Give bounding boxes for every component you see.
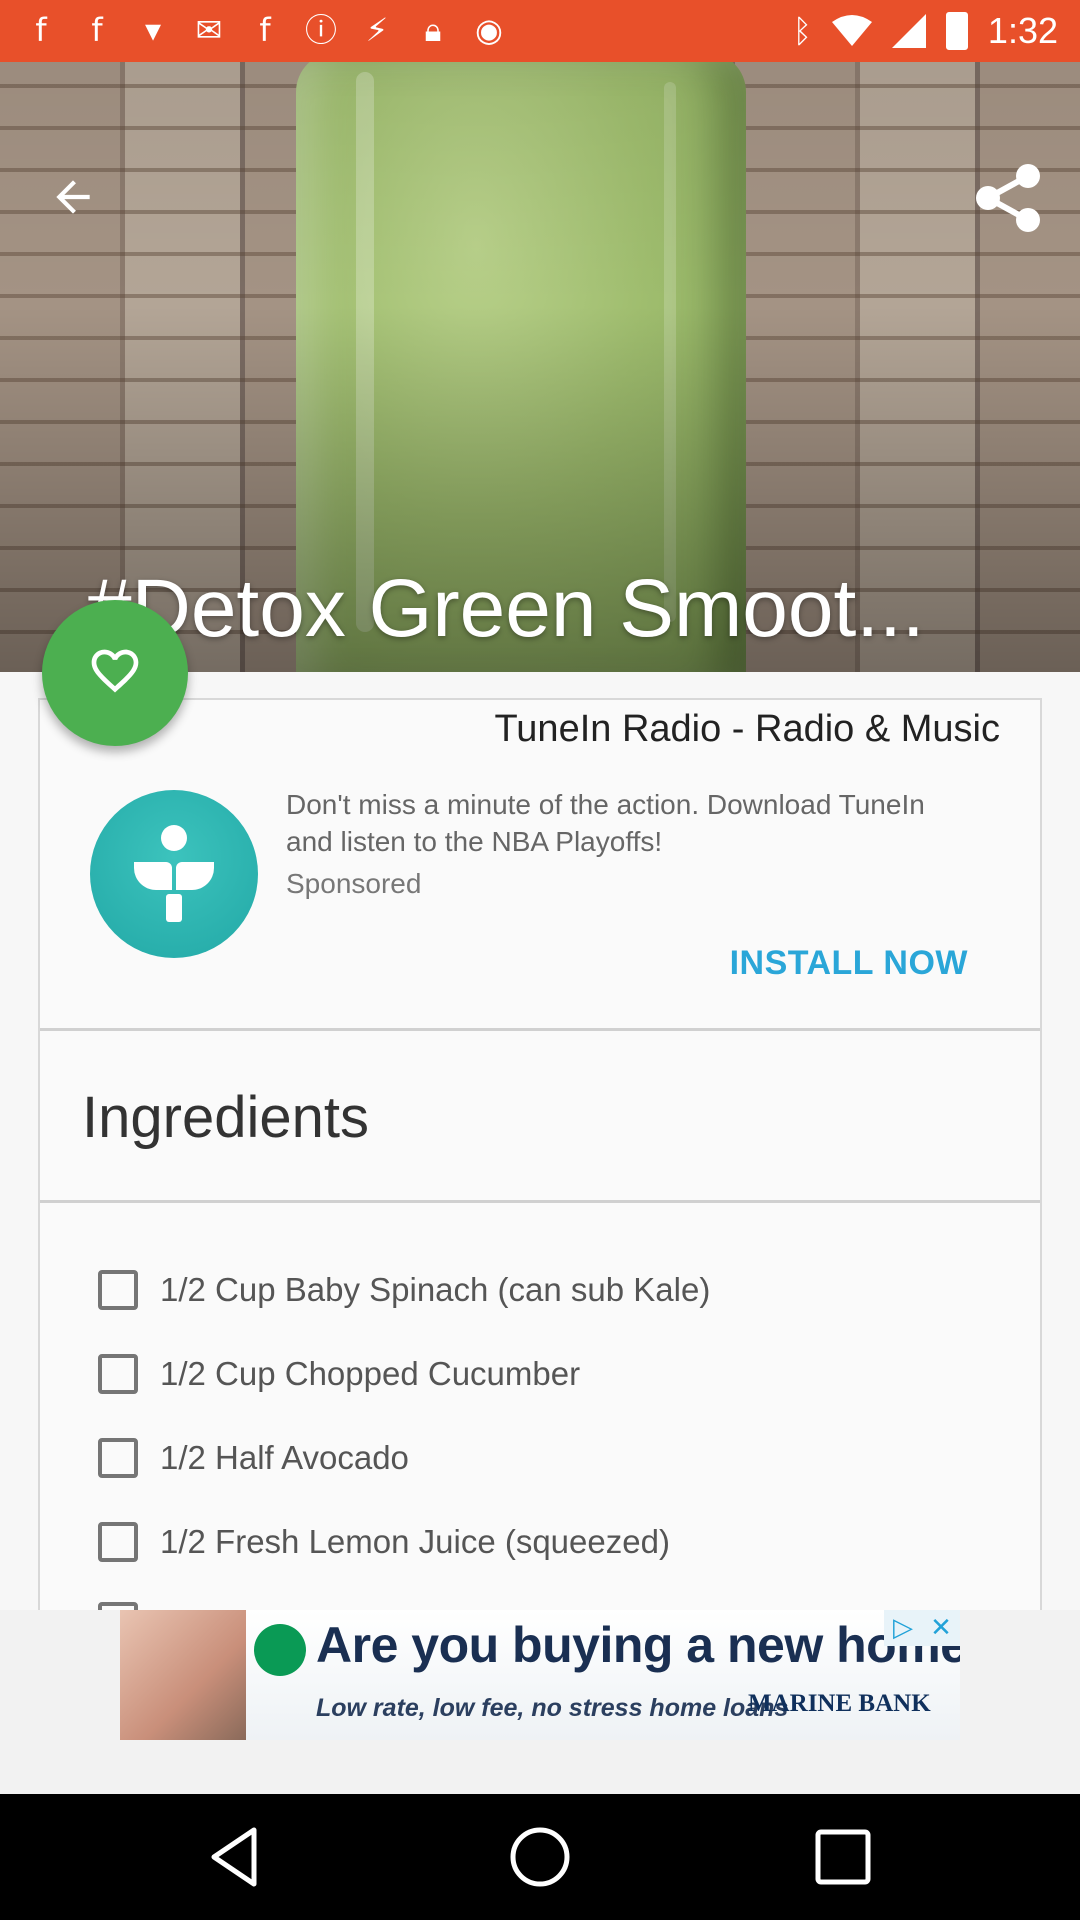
ingredient-item[interactable]: 1/2 Cup Baby Spinach (can sub Kale) bbox=[98, 1260, 710, 1320]
heart-outline-icon bbox=[91, 649, 139, 693]
recipe-hero-image: #Detox Green Smoot... bbox=[0, 62, 1080, 672]
tunein-logo-icon bbox=[134, 825, 214, 922]
divider bbox=[40, 1200, 1040, 1203]
ingredient-label: 1/2 Fresh Lemon Juice (squeezed) bbox=[160, 1523, 670, 1560]
ad-description: Don't miss a minute of the action. Downl… bbox=[286, 789, 925, 857]
notification-icons: f f ▾ ✉ f ⓘ ⚡ 🔒︎ ◉ bbox=[24, 12, 506, 48]
ingredient-checkbox[interactable] bbox=[98, 1438, 138, 1478]
battery-icon bbox=[945, 12, 968, 50]
tunein-logo[interactable] bbox=[90, 790, 258, 958]
alert-circle-icon: ⓘ bbox=[304, 11, 337, 49]
ingredient-label: 1/2 Cup Baby Spinach (can sub Kale) bbox=[160, 1271, 711, 1308]
install-now-button[interactable]: INSTALL NOW bbox=[730, 944, 968, 983]
ingredient-label: 1/2 Half Avocado bbox=[160, 1439, 409, 1476]
banner-ad-area: Are you buying a new home? Low rate, low… bbox=[0, 1610, 1080, 1794]
system-navigation-bar bbox=[0, 1794, 1080, 1920]
banner-ad[interactable]: Are you buying a new home? Low rate, low… bbox=[120, 1610, 960, 1740]
status-bar: f f ▾ ✉ f ⓘ ⚡ 🔒︎ ◉ ᛒ 1:32 bbox=[0, 0, 1080, 62]
back-triangle-icon[interactable] bbox=[202, 1822, 272, 1892]
facebook-icon: f bbox=[91, 11, 103, 49]
home-circle-icon[interactable] bbox=[505, 1822, 575, 1892]
favorite-button[interactable] bbox=[42, 600, 188, 746]
recipe-title: #Detox Green Smoot... bbox=[86, 563, 925, 654]
tie-icon: ▾ bbox=[144, 11, 162, 49]
close-icon[interactable]: ✕ bbox=[922, 1610, 960, 1646]
adchoices-icon[interactable]: ▷ bbox=[884, 1610, 922, 1646]
gmail-icon: ✉ bbox=[195, 11, 223, 49]
facebook-icon: f bbox=[259, 11, 271, 49]
bluetooth-icon: ᛒ bbox=[792, 12, 812, 50]
banner-subline: Low rate, low fee, no stress home loans bbox=[316, 1694, 789, 1722]
ingredient-item[interactable]: 1/2 Half Avocado bbox=[98, 1428, 409, 1488]
recents-square-icon[interactable] bbox=[808, 1822, 878, 1892]
banner-brand: MARINE BANK bbox=[748, 1690, 931, 1717]
satellite-icon: ⚡ bbox=[365, 11, 389, 49]
ingredient-checkbox[interactable] bbox=[98, 1522, 138, 1562]
ingredient-label: 1/2 Cup Chopped Cucumber bbox=[160, 1355, 581, 1392]
sponsored-label: Sponsored bbox=[286, 868, 422, 899]
ingredients-heading: Ingredients bbox=[82, 1085, 369, 1150]
wifi-icon bbox=[831, 15, 872, 46]
lock-icon: 🔒︎ bbox=[424, 11, 442, 49]
ad-choices: ▷ ✕ bbox=[884, 1610, 960, 1646]
ingredient-checkbox[interactable] bbox=[98, 1270, 138, 1310]
signal-icon bbox=[891, 14, 926, 48]
facebook-icon: f bbox=[35, 11, 47, 49]
marine-bank-logo-icon bbox=[254, 1624, 306, 1676]
family-photo bbox=[120, 1610, 246, 1740]
android-icon: ◉ bbox=[475, 11, 503, 49]
status-time: 1:32 bbox=[987, 10, 1058, 51]
ingredient-checkbox[interactable] bbox=[98, 1354, 138, 1394]
banner-headline: Are you buying a new home? bbox=[316, 1617, 960, 1673]
share-icon[interactable] bbox=[974, 162, 1044, 234]
arrow-back-icon[interactable] bbox=[48, 172, 98, 222]
ad-title: TuneIn Radio - Radio & Music bbox=[494, 708, 1001, 750]
ingredient-item[interactable]: 1/2 Cup Chopped Cucumber bbox=[98, 1344, 580, 1404]
divider bbox=[40, 1028, 1040, 1031]
ingredient-item[interactable]: 1/2 Fresh Lemon Juice (squeezed) bbox=[98, 1512, 670, 1572]
